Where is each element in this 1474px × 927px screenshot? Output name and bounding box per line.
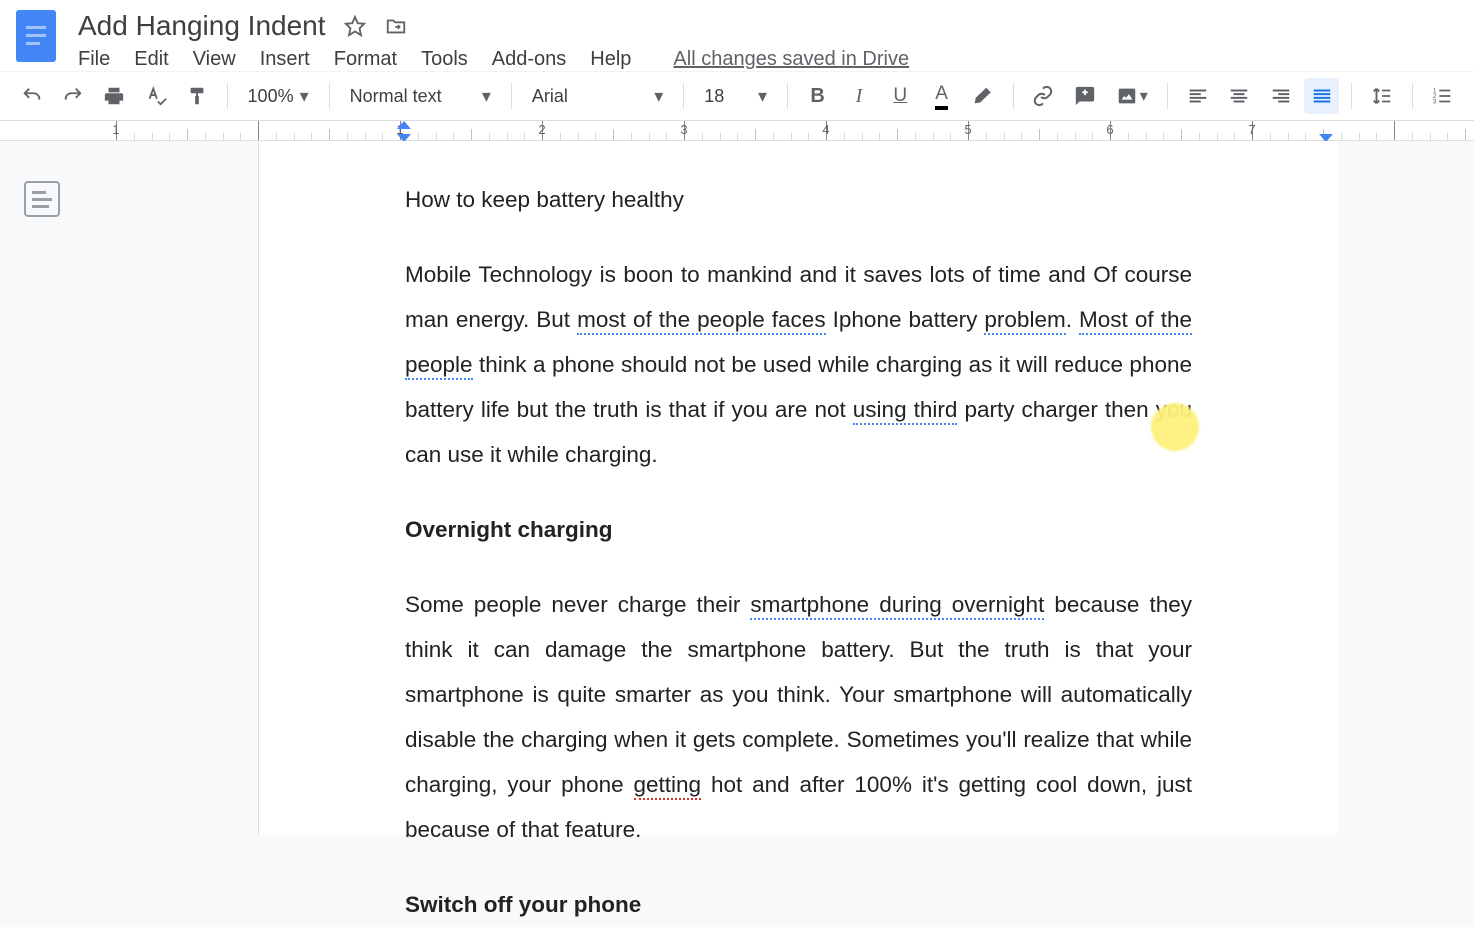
title-row: Add Hanging Indent — [78, 10, 909, 42]
star-icon[interactable] — [344, 15, 366, 37]
docs-logo-icon[interactable] — [16, 10, 56, 62]
toolbar-separator — [1013, 83, 1014, 109]
toolbar-separator — [683, 83, 684, 109]
heading-overnight[interactable]: Overnight charging — [405, 507, 1192, 552]
first-line-indent-marker[interactable] — [397, 121, 411, 129]
text-color-button[interactable]: A — [924, 78, 959, 114]
app-header: Add Hanging Indent File Edit View Insert… — [0, 0, 1474, 71]
document-body: How to keep battery healthy Mobile Techn… — [405, 177, 1192, 927]
zoom-dropdown[interactable]: 100% ▾ — [240, 86, 317, 107]
font-value: Arial — [532, 86, 568, 107]
chevron-down-icon: ▾ — [1140, 86, 1148, 106]
toolbar: 100%▾ Normal text▾ Arial▾ 18▾ B I U A ▾ … — [0, 71, 1474, 121]
workspace: How to keep battery healthy Mobile Techn… — [0, 141, 1474, 835]
document-outline-icon[interactable] — [24, 181, 60, 217]
menu-view[interactable]: View — [193, 48, 236, 71]
move-folder-icon[interactable] — [384, 15, 408, 37]
paragraph-2[interactable]: Some people never charge their smartphon… — [405, 582, 1192, 852]
document-title[interactable]: Add Hanging Indent — [78, 10, 326, 42]
highlight-button[interactable] — [965, 78, 1000, 114]
print-button[interactable] — [97, 78, 132, 114]
font-dropdown[interactable]: Arial ▾ — [524, 86, 671, 107]
spellcheck-button[interactable] — [138, 78, 173, 114]
document-page[interactable]: How to keep battery healthy Mobile Techn… — [258, 141, 1338, 835]
cursor-highlight-icon — [1151, 403, 1199, 451]
toolbar-separator — [227, 83, 228, 109]
svg-text:3: 3 — [1433, 98, 1437, 105]
save-status[interactable]: All changes saved in Drive — [673, 48, 909, 71]
toolbar-separator — [787, 83, 788, 109]
menu-format[interactable]: Format — [334, 48, 397, 71]
underline-button[interactable]: U — [883, 78, 918, 114]
insert-link-button[interactable] — [1026, 78, 1061, 114]
text: because they think it can damage the sma… — [405, 592, 1192, 797]
paint-format-button[interactable] — [179, 78, 214, 114]
toolbar-separator — [329, 83, 330, 109]
title-area: Add Hanging Indent File Edit View Insert… — [78, 10, 909, 71]
align-right-button[interactable] — [1263, 78, 1298, 114]
doc-heading-title[interactable]: How to keep battery healthy — [405, 177, 1192, 222]
style-value: Normal text — [350, 86, 442, 107]
left-gutter — [0, 141, 258, 835]
redo-button[interactable] — [55, 78, 90, 114]
align-justify-button[interactable] — [1304, 78, 1339, 114]
font-size-dropdown[interactable]: 18 ▾ — [696, 86, 775, 107]
horizontal-ruler[interactable]: 11234567 — [0, 121, 1474, 141]
toolbar-separator — [1167, 83, 1168, 109]
chevron-down-icon: ▾ — [482, 86, 491, 107]
undo-button[interactable] — [14, 78, 49, 114]
chevron-down-icon: ▾ — [300, 86, 309, 107]
menu-help[interactable]: Help — [590, 48, 631, 71]
text: Some people never charge their — [405, 592, 750, 617]
chevron-down-icon: ▾ — [758, 86, 767, 107]
toolbar-separator — [1351, 83, 1352, 109]
paragraph-1[interactable]: Mobile Technology is boon to mankind and… — [405, 252, 1192, 477]
menu-addons[interactable]: Add-ons — [492, 48, 567, 71]
size-value: 18 — [704, 86, 724, 107]
paragraph-style-dropdown[interactable]: Normal text ▾ — [342, 86, 499, 107]
spell-underline[interactable]: getting — [634, 772, 702, 800]
grammar-underline[interactable]: most of the people faces — [577, 307, 825, 335]
add-comment-button[interactable] — [1067, 78, 1102, 114]
zoom-value: 100% — [248, 86, 294, 107]
italic-button[interactable]: I — [841, 78, 876, 114]
menu-insert[interactable]: Insert — [260, 48, 310, 71]
menu-file[interactable]: File — [78, 48, 110, 71]
toolbar-separator — [511, 83, 512, 109]
bold-button[interactable]: B — [800, 78, 835, 114]
text: Iphone battery — [826, 307, 985, 332]
align-left-button[interactable] — [1180, 78, 1215, 114]
numbered-list-button[interactable]: 123 — [1425, 78, 1460, 114]
toolbar-separator — [1412, 83, 1413, 109]
heading-switchoff[interactable]: Switch off your phone — [405, 882, 1192, 927]
grammar-underline[interactable]: smartphone during overnight — [750, 592, 1044, 620]
menu-bar: File Edit View Insert Format Tools Add-o… — [78, 48, 909, 71]
grammar-underline[interactable]: using third — [853, 397, 958, 425]
grammar-underline[interactable]: problem — [984, 307, 1065, 335]
menu-tools[interactable]: Tools — [421, 48, 468, 71]
align-center-button[interactable] — [1222, 78, 1257, 114]
chevron-down-icon: ▾ — [654, 86, 663, 107]
insert-image-button[interactable]: ▾ — [1108, 78, 1155, 114]
line-spacing-button[interactable] — [1364, 78, 1399, 114]
text: . — [1066, 307, 1079, 332]
menu-edit[interactable]: Edit — [134, 48, 168, 71]
